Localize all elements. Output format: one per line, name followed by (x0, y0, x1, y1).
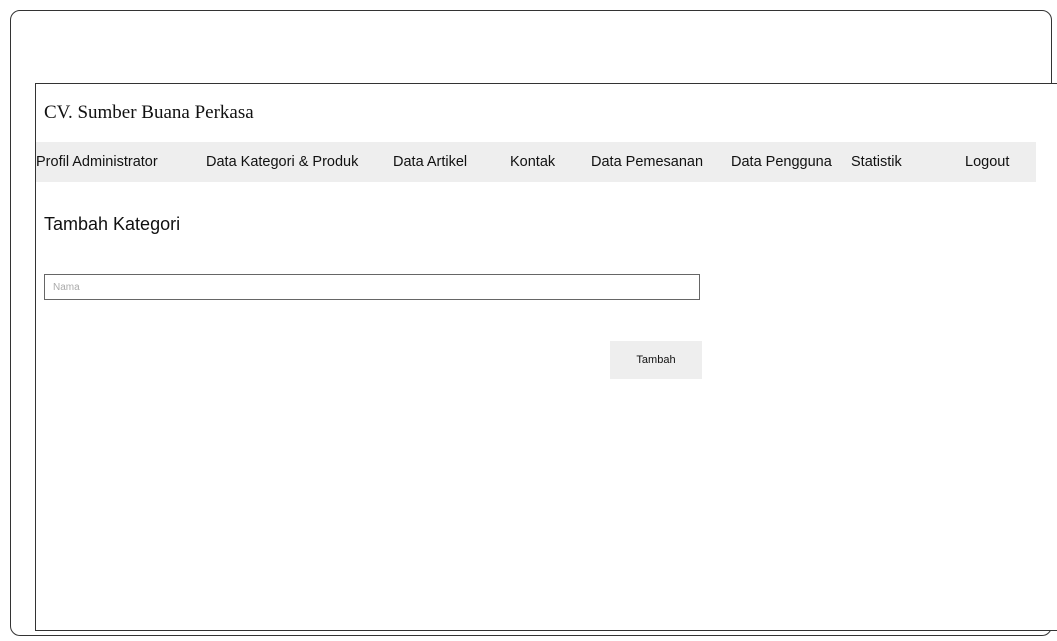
add-category-button[interactable]: Tambah (610, 341, 702, 379)
main-navbar: Profil Administrator Data Kategori & Pro… (36, 142, 1036, 182)
nav-item-data-pengguna[interactable]: Data Pengguna (731, 142, 832, 182)
page-title: Tambah Kategori (44, 214, 181, 234)
nav-item-profil-administrator[interactable]: Profil Administrator (36, 142, 158, 182)
name-input[interactable] (44, 274, 700, 300)
site-title: CV. Sumber Buana Perkasa (44, 102, 254, 123)
nav-item-kontak[interactable]: Kontak (510, 142, 555, 182)
page-container: CV. Sumber Buana Perkasa Profil Administ… (35, 83, 1057, 631)
nav-item-data-artikel[interactable]: Data Artikel (393, 142, 467, 182)
nav-item-statistik[interactable]: Statistik (851, 142, 902, 182)
nav-item-logout[interactable]: Logout (965, 142, 1009, 182)
nav-item-data-kategori-produk[interactable]: Data Kategori & Produk (206, 142, 358, 182)
nav-item-data-pemesanan[interactable]: Data Pemesanan (591, 142, 703, 182)
